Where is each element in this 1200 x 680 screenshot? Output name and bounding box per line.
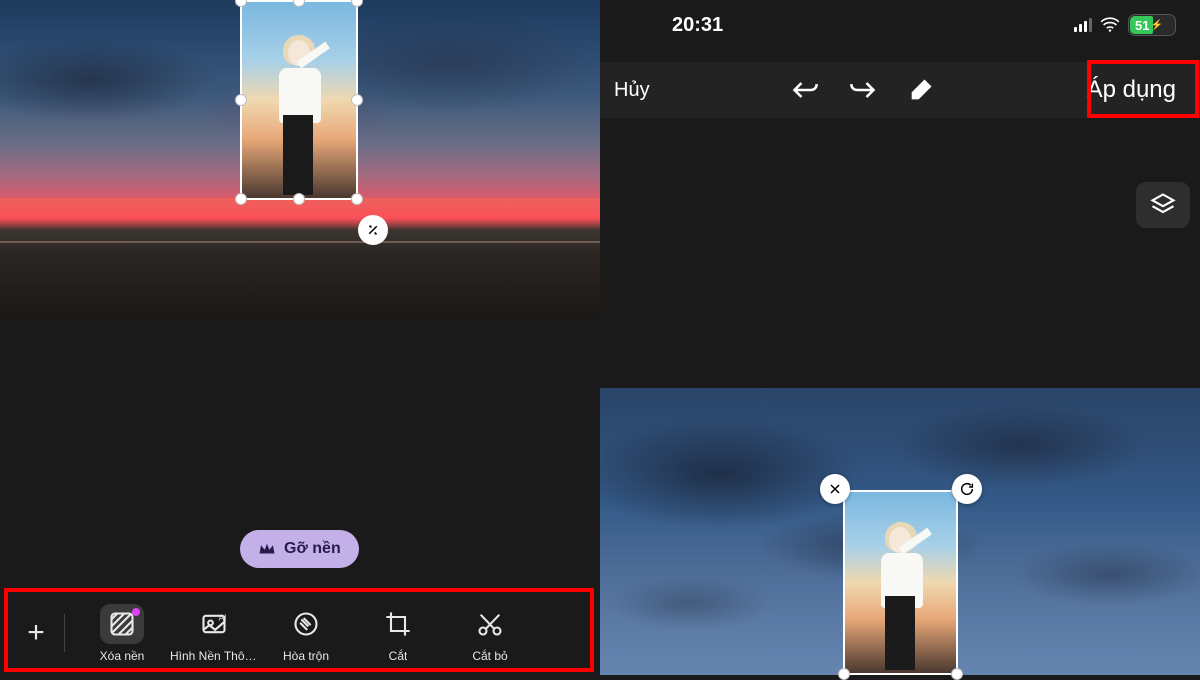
undo-icon — [790, 76, 820, 104]
remove-bg-pill-label: Gỡ nền — [284, 540, 341, 558]
resize-handle-mid-top[interactable] — [293, 0, 305, 7]
redo-icon — [848, 76, 878, 104]
cellular-signal-icon — [1074, 18, 1092, 32]
redo-button[interactable] — [841, 68, 885, 112]
overlay-photo-selected[interactable] — [240, 0, 358, 200]
close-icon — [827, 481, 843, 497]
toolbar-highlight-annotation — [4, 588, 594, 672]
wifi-icon — [1100, 17, 1120, 33]
overlay-rotate-button[interactable] — [952, 474, 982, 504]
layers-button[interactable] — [1136, 182, 1190, 228]
resize-handle-bottom-right[interactable] — [951, 668, 963, 680]
remove-background-pill[interactable]: Gỡ nền — [240, 530, 359, 568]
battery-percent: 51 — [1135, 18, 1149, 33]
cancel-button[interactable]: Hủy — [614, 79, 650, 102]
resize-handle-bottom-right[interactable] — [351, 193, 363, 205]
resize-handle-mid-right[interactable] — [351, 94, 363, 106]
overlay-delete-button[interactable] — [820, 474, 850, 504]
resize-handle-mid-bottom[interactable] — [293, 193, 305, 205]
status-time: 20:31 — [672, 14, 723, 37]
resize-handle-mid-left[interactable] — [235, 94, 247, 106]
layers-icon — [1149, 191, 1177, 219]
resize-handle-bottom-left[interactable] — [838, 668, 850, 680]
apply-highlight-annotation — [1087, 60, 1199, 118]
left-editor-panel: Gỡ nền + Xóa nền AI — [0, 0, 600, 675]
status-right: 51 ⚡ — [1074, 14, 1176, 36]
person-silhouette — [271, 31, 328, 198]
undo-button[interactable] — [783, 68, 827, 112]
beach-line — [0, 241, 600, 243]
eraser-button[interactable] — [899, 68, 943, 112]
rotate-icon — [959, 481, 975, 497]
charging-icon: ⚡ — [1150, 20, 1162, 31]
crown-icon — [258, 542, 276, 556]
resize-handle-top-left[interactable] — [235, 0, 247, 7]
resize-handle-bottom-left[interactable] — [235, 193, 247, 205]
status-bar: 20:31 51 ⚡ — [600, 0, 1200, 50]
eraser-icon — [906, 76, 936, 104]
battery-indicator: 51 ⚡ — [1128, 14, 1176, 36]
person-silhouette — [873, 519, 929, 673]
overlay-photo-selected-right[interactable] — [843, 490, 958, 675]
rotate-scale-handle[interactable] — [358, 215, 388, 245]
